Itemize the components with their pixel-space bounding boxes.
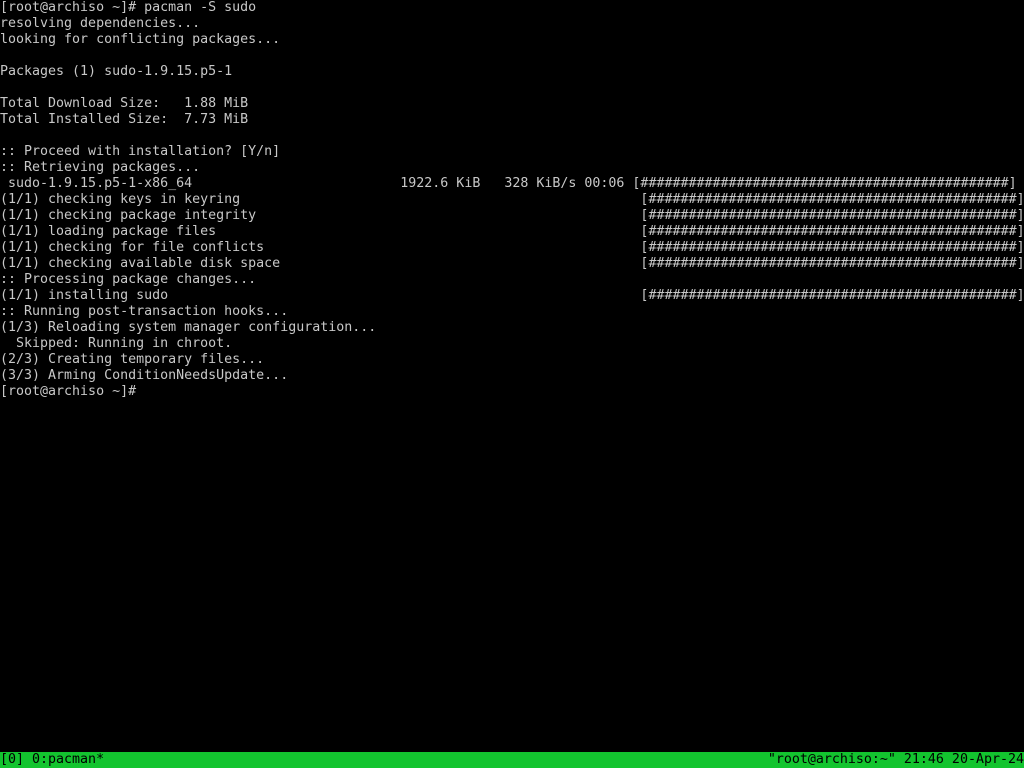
terminal-line: (1/1) checking available disk space [###… [0, 256, 1024, 271]
tmux-status-bar: [0] 0:pacman* "root@archiso:~" 21:46 20-… [0, 752, 1024, 768]
terminal-output[interactable]: [root@archiso ~]# pacman -S sudo resolvi… [0, 0, 1024, 752]
terminal-line: (1/1) installing sudo [#################… [0, 288, 1024, 303]
terminal-line: :: Processing package changes... [0, 272, 257, 287]
terminal-line: [root@archiso ~]# pacman -S sudo [0, 0, 257, 15]
terminal-line: Skipped: Running in chroot. [0, 336, 233, 351]
terminal-line: :: Proceed with installation? [Y/n] [0, 144, 281, 159]
terminal-line: :: Running post-transaction hooks... [0, 304, 289, 319]
terminal-line: (1/3) Reloading system manager configura… [0, 320, 377, 335]
terminal-line: :: Retrieving packages... [0, 160, 201, 175]
terminal-line: looking for conflicting packages... [0, 32, 281, 47]
terminal-line: Packages (1) sudo-1.9.15.p5-1 [0, 64, 233, 79]
terminal-line: (1/1) checking keys in keyring [########… [0, 192, 1024, 207]
terminal-line: resolving dependencies... [0, 16, 201, 31]
terminal-line: (1/1) checking for file conflicts [#####… [0, 240, 1024, 255]
terminal-line: Total Installed Size: 7.73 MiB [0, 112, 249, 127]
prompt-line[interactable]: [root@archiso ~]# [0, 384, 144, 400]
terminal-line: (3/3) Arming ConditionNeedsUpdate... [0, 368, 289, 383]
terminal-line: Total Download Size: 1.88 MiB [0, 96, 249, 111]
terminal-line: (1/1) checking package integrity [######… [0, 208, 1024, 223]
session-status: "root@archiso:~" 21:46 20-Apr-24 [767, 752, 1024, 767]
terminal-line: (1/1) loading package files [###########… [0, 224, 1024, 239]
terminal-line: sudo-1.9.15.p5-1-x86_64 1922.6 KiB 328 K… [0, 176, 1024, 191]
terminal-screen[interactable]: [root@archiso ~]# pacman -S sudo resolvi… [0, 0, 1024, 768]
window-list[interactable]: [0] 0:pacman* [0, 752, 104, 768]
terminal-line: (2/3) Creating temporary files... [0, 352, 265, 367]
